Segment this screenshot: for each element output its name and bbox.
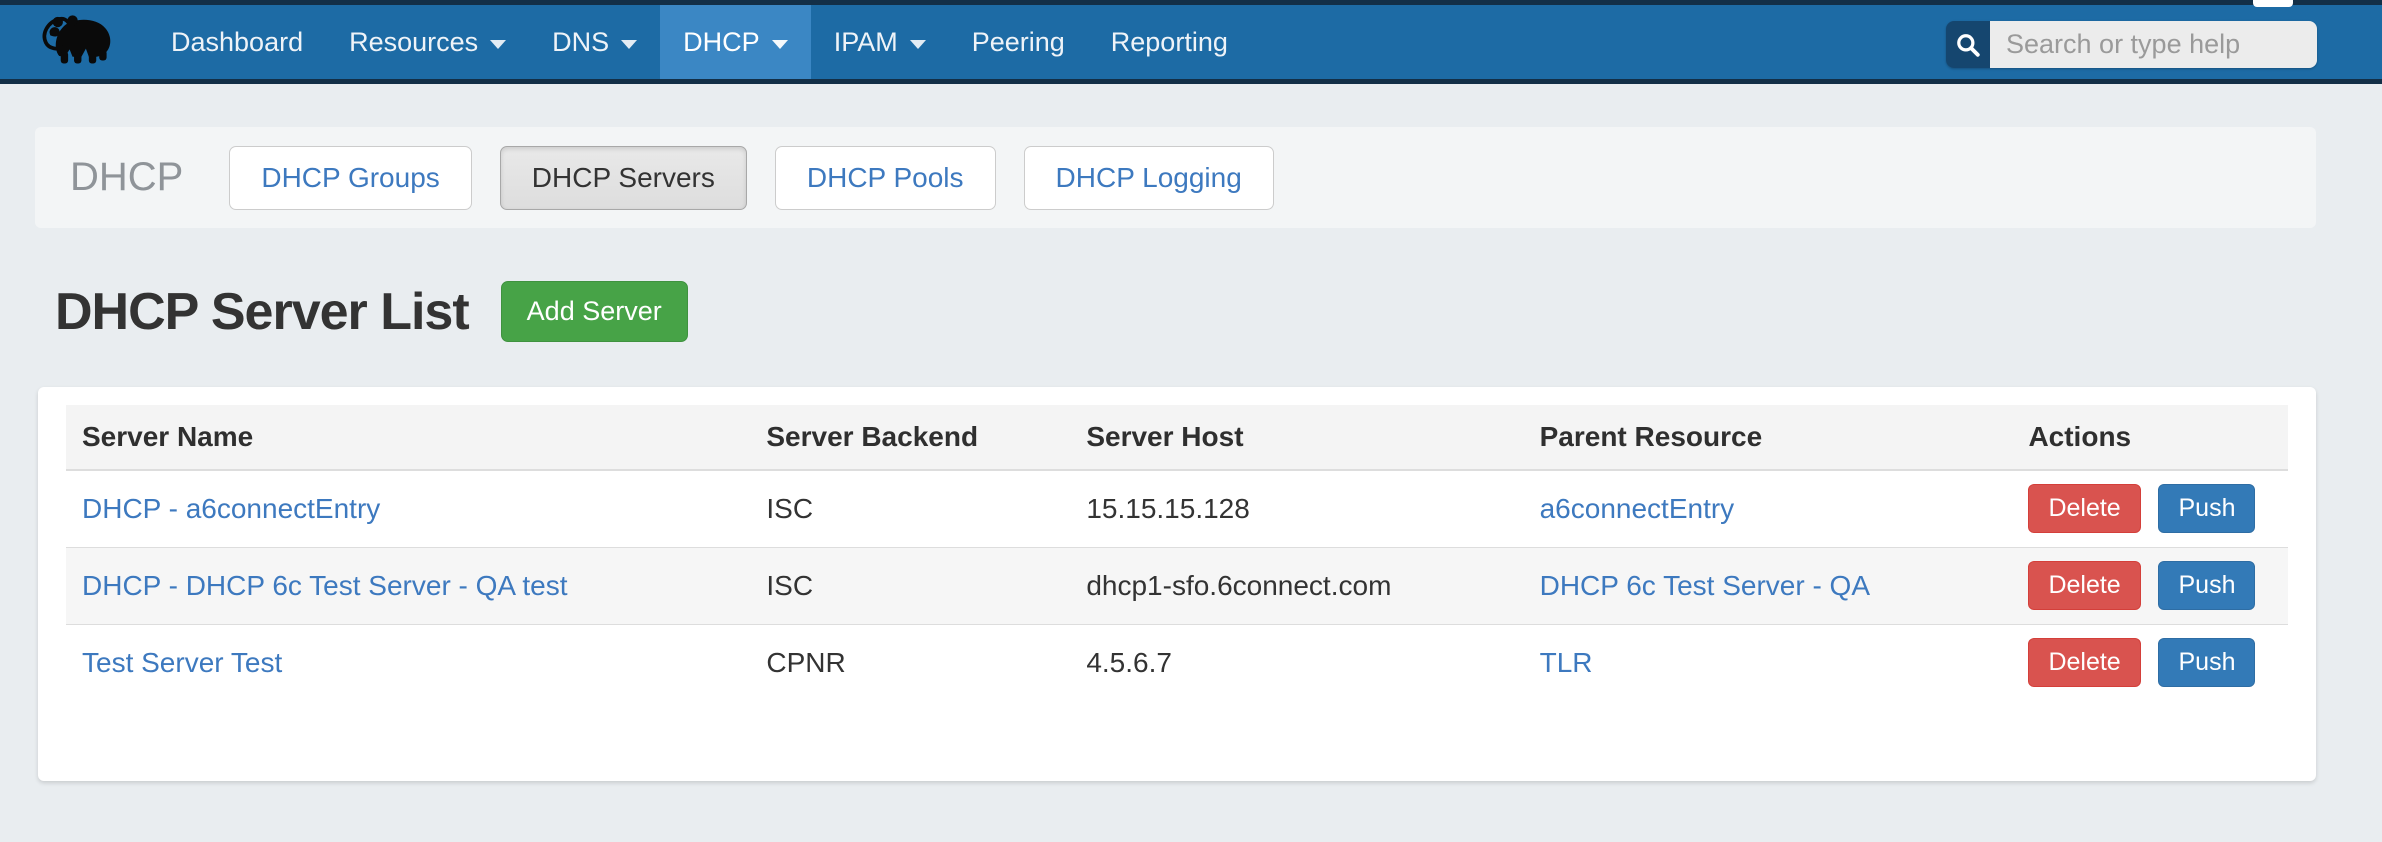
panda-logo-icon <box>40 14 114 70</box>
nav-label: Peering <box>972 27 1065 58</box>
search-icon <box>1955 32 1981 58</box>
column-header-server-backend: Server Backend <box>750 405 1070 470</box>
server-host-cell: 15.15.15.128 <box>1070 470 1523 547</box>
panda-logo <box>40 5 114 79</box>
add-server-button[interactable]: Add Server <box>501 281 688 342</box>
nav-label: DNS <box>552 27 609 58</box>
server-backend-cell: ISC <box>750 470 1070 547</box>
parent-resource-link[interactable]: DHCP 6c Test Server - QA <box>1540 570 1870 601</box>
search-input[interactable] <box>1990 21 2317 68</box>
dhcp-subnav-panel: DHCP DHCP Groups DHCP Servers DHCP Pools… <box>35 127 2316 228</box>
chevron-down-icon <box>910 40 926 49</box>
nav-label: Reporting <box>1111 27 1228 58</box>
table-row: Test Server Test CPNR 4.5.6.7 TLR Delete… <box>66 624 2288 701</box>
title-row: DHCP Server List Add Server <box>55 281 688 342</box>
parent-resource-link[interactable]: TLR <box>1540 647 1593 678</box>
push-button[interactable]: Push <box>2158 638 2255 687</box>
nav-item-dns[interactable]: DNS <box>529 5 660 79</box>
server-host-cell: dhcp1-sfo.6connect.com <box>1070 547 1523 624</box>
column-header-parent-resource: Parent Resource <box>1524 405 2013 470</box>
nav-label: Dashboard <box>171 27 303 58</box>
chevron-down-icon <box>772 40 788 49</box>
nav-items: Dashboard Resources DNS DHCP IPAM Peerin… <box>148 5 1251 79</box>
push-button[interactable]: Push <box>2158 561 2255 610</box>
tab-dhcp-groups[interactable]: DHCP Groups <box>229 146 471 210</box>
server-name-link[interactable]: DHCP - DHCP 6c Test Server - QA test <box>82 570 567 601</box>
push-button[interactable]: Push <box>2158 484 2255 533</box>
parent-resource-link[interactable]: a6connectEntry <box>1540 493 1735 524</box>
nav-label: Resources <box>349 27 478 58</box>
page-title: DHCP Server List <box>55 282 469 342</box>
delete-button[interactable]: Delete <box>2028 638 2140 687</box>
nav-label: IPAM <box>834 27 898 58</box>
delete-button[interactable]: Delete <box>2028 561 2140 610</box>
tab-dhcp-pools[interactable]: DHCP Pools <box>775 146 996 210</box>
tab-dhcp-logging[interactable]: DHCP Logging <box>1024 146 1274 210</box>
nav-item-resources[interactable]: Resources <box>326 5 529 79</box>
dhcp-subnav-tabs: DHCP Groups DHCP Servers DHCP Pools DHCP… <box>229 146 1273 210</box>
column-header-server-name: Server Name <box>66 405 750 470</box>
server-backend-cell: CPNR <box>750 624 1070 701</box>
dhcp-server-table-panel: Server Name Server Backend Server Host P… <box>38 387 2316 781</box>
section-label: DHCP <box>70 155 183 200</box>
global-search <box>1946 21 2317 68</box>
chevron-down-icon <box>621 40 637 49</box>
browser-chrome-artifact <box>2253 0 2293 7</box>
column-header-actions: Actions <box>2012 405 2288 470</box>
dhcp-server-table: Server Name Server Backend Server Host P… <box>66 405 2288 701</box>
search-button[interactable] <box>1946 21 1990 68</box>
tab-dhcp-servers[interactable]: DHCP Servers <box>500 146 747 210</box>
nav-item-reporting[interactable]: Reporting <box>1088 5 1251 79</box>
server-backend-cell: ISC <box>750 547 1070 624</box>
table-header-row: Server Name Server Backend Server Host P… <box>66 405 2288 470</box>
delete-button[interactable]: Delete <box>2028 484 2140 533</box>
nav-label: DHCP <box>683 27 760 58</box>
column-header-server-host: Server Host <box>1070 405 1523 470</box>
server-host-cell: 4.5.6.7 <box>1070 624 1523 701</box>
nav-item-ipam[interactable]: IPAM <box>811 5 949 79</box>
server-name-link[interactable]: DHCP - a6connectEntry <box>82 493 380 524</box>
table-row: DHCP - DHCP 6c Test Server - QA test ISC… <box>66 547 2288 624</box>
main-navbar: Dashboard Resources DNS DHCP IPAM Peerin… <box>0 5 2382 84</box>
server-name-link[interactable]: Test Server Test <box>82 647 282 678</box>
table-row: DHCP - a6connectEntry ISC 15.15.15.128 a… <box>66 470 2288 547</box>
nav-item-dhcp[interactable]: DHCP <box>660 5 811 79</box>
chevron-down-icon <box>490 40 506 49</box>
nav-item-dashboard[interactable]: Dashboard <box>148 5 326 79</box>
nav-item-peering[interactable]: Peering <box>949 5 1088 79</box>
